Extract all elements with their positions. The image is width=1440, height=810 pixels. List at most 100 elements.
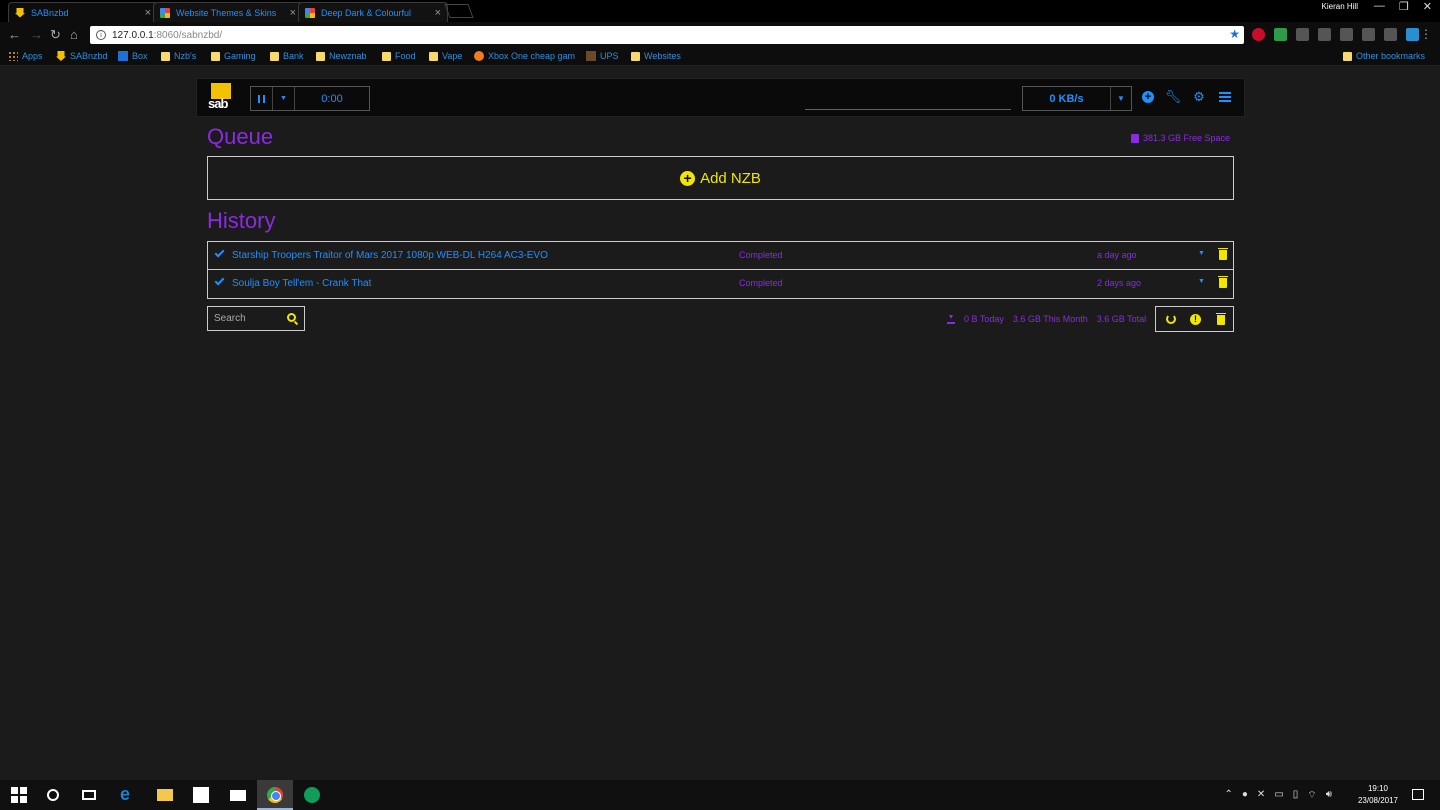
notification-icon[interactable]: [1412, 789, 1424, 800]
bookmark-vape[interactable]: Vape: [429, 51, 462, 61]
tab-deep-dark[interactable]: Deep Dark & Colourful ×: [298, 2, 448, 22]
sab-header: sab ▼ 0:00 0 KB/s ▼ + 🔧︎ ⚙: [196, 78, 1245, 117]
info-icon[interactable]: i: [96, 30, 106, 40]
store-icon[interactable]: [193, 787, 209, 803]
adblock-icon[interactable]: [1252, 28, 1265, 41]
profile-name[interactable]: Kieran Hill: [1322, 2, 1358, 11]
network-icon[interactable]: ▭: [1274, 789, 1283, 802]
bookmark-box[interactable]: Box: [118, 51, 148, 61]
browser-toolbar: ← → ↻ ⌂ i 127.0.0.1:8060/sabnzbd/ ★ ⋮: [0, 22, 1440, 48]
folder-icon: [1343, 51, 1352, 61]
tab-website-themes[interactable]: Website Themes & Skins ×: [153, 2, 303, 22]
history-item-time: a day ago: [1097, 250, 1137, 260]
bookmark-apps[interactable]: Apps: [8, 51, 43, 61]
volume-icon[interactable]: 🔊︎: [1326, 789, 1332, 802]
mail-icon[interactable]: [230, 790, 246, 801]
usb-icon[interactable]: ▯: [1293, 789, 1299, 802]
trash-icon[interactable]: [1218, 276, 1228, 288]
chevron-up-icon[interactable]: ⌃: [1224, 789, 1232, 802]
bookmark-gaming[interactable]: Gaming: [211, 51, 256, 61]
bookmark-websites[interactable]: Websites: [631, 51, 681, 61]
file-explorer-icon[interactable]: [157, 789, 173, 801]
kebab-menu-icon[interactable]: ⋮: [1420, 27, 1432, 41]
task-view-icon[interactable]: [82, 790, 96, 800]
history-item-name[interactable]: Starship Troopers Traitor of Mars 2017 1…: [232, 250, 548, 261]
search-icon[interactable]: [287, 313, 296, 322]
add-nzb-button[interactable]: + Add NZB: [207, 156, 1234, 200]
tray-app-icon[interactable]: ✕: [1257, 789, 1265, 802]
extension-icon[interactable]: [1406, 28, 1419, 41]
bookmark-ups[interactable]: UPS: [586, 51, 619, 61]
download-stats: 0 B Today 3.6 GB This Month 3.6 GB Total: [947, 314, 1146, 324]
google-favicon-icon: [305, 7, 315, 18]
add-nzb-header-button[interactable]: +: [1141, 90, 1155, 104]
bookmark-sabnzbd[interactable]: SABnzbd: [56, 51, 108, 61]
bookmark-newznab[interactable]: Newznab: [316, 51, 367, 61]
back-arrow-icon[interactable]: ←: [8, 27, 21, 42]
speed-value[interactable]: 0 KB/s: [1023, 87, 1111, 110]
edge-icon[interactable]: e: [120, 784, 136, 804]
bookmark-xbox[interactable]: Xbox One cheap gam: [474, 51, 575, 61]
caret-down-icon[interactable]: ▼: [1198, 278, 1205, 285]
windows-start-icon[interactable]: [11, 787, 27, 803]
history-search: [207, 306, 305, 331]
pause-duration-dropdown[interactable]: ▼: [273, 87, 295, 110]
history-actions: !: [1155, 306, 1234, 332]
caret-down-icon[interactable]: ▼: [1198, 250, 1205, 257]
warning-icon[interactable]: !: [1190, 314, 1201, 325]
windows-taskbar: e ⌃ ● ✕ ▭ ▯ ⌔ 🔊︎ 19:10 23/08/2017: [0, 780, 1440, 810]
gear-icon[interactable]: ⚙: [1192, 89, 1206, 104]
history-title: History: [207, 208, 276, 233]
logo-text: sab: [208, 96, 228, 111]
extension-icon[interactable]: [1296, 28, 1309, 41]
wrench-icon[interactable]: 🔧︎: [1165, 89, 1182, 104]
chrome-icon: [267, 787, 283, 803]
add-nzb-label: Add NZB: [700, 169, 761, 187]
sab-logo[interactable]: sab: [207, 83, 237, 113]
clock-date: 23/08/2017: [1357, 796, 1398, 805]
stats-total: 3.6 GB Total: [1096, 314, 1147, 324]
chrome-taskbar-button[interactable]: [257, 780, 293, 810]
trash-icon[interactable]: [1216, 313, 1226, 325]
extension-icon[interactable]: [1340, 28, 1353, 41]
chrome-tray-icon[interactable]: ●: [1242, 789, 1248, 802]
refresh-icon[interactable]: [1166, 314, 1176, 324]
extension-icon[interactable]: [1318, 28, 1331, 41]
clock-time: 19:10: [1367, 784, 1388, 793]
wifi-icon[interactable]: ⌔: [1307, 789, 1316, 802]
speed-limit-dropdown[interactable]: ▼: [1111, 87, 1131, 110]
taskbar-clock[interactable]: 19:10 23/08/2017: [1358, 783, 1398, 807]
close-window-icon[interactable]: ✕: [1423, 0, 1432, 13]
menu-button[interactable]: [1218, 90, 1232, 104]
sabnzbd-favicon-icon: [56, 51, 66, 61]
folder-icon: [316, 51, 325, 61]
trash-icon[interactable]: [1218, 248, 1228, 260]
history-item-name[interactable]: Soulja Boy Tell'em - Crank That: [232, 278, 371, 289]
cortana-icon[interactable]: [47, 789, 59, 801]
bookmark-bank[interactable]: Bank: [270, 51, 304, 61]
extension-icon[interactable]: [1384, 28, 1397, 41]
bookmark-star-icon[interactable]: ★: [1229, 27, 1240, 41]
history-row[interactable]: Soulja Boy Tell'em - Crank That Complete…: [208, 270, 1233, 298]
extension-icon[interactable]: [1362, 28, 1375, 41]
address-bar[interactable]: i 127.0.0.1:8060/sabnzbd/ ★: [90, 26, 1244, 44]
plus-circle-icon: +: [1142, 91, 1154, 103]
bookmarks-bar: Apps SABnzbd Box Nzb's Gaming Bank Newzn…: [0, 48, 1440, 66]
tab-sabnzbd[interactable]: SABnzbd ×: [8, 2, 158, 22]
home-icon[interactable]: ⌂: [70, 27, 78, 42]
hangouts-icon[interactable]: [304, 787, 320, 803]
history-row[interactable]: Starship Troopers Traitor of Mars 2017 1…: [208, 242, 1233, 270]
reload-icon[interactable]: ↻: [50, 27, 61, 43]
pause-icon: [258, 94, 265, 103]
search-input[interactable]: [214, 313, 282, 324]
bookmark-other[interactable]: Other bookmarks: [1343, 51, 1425, 61]
tab-title: SABnzbd: [31, 7, 69, 18]
forward-arrow-icon[interactable]: →: [30, 27, 43, 42]
minimize-icon[interactable]: —: [1374, 0, 1385, 13]
bookmark-nzbs[interactable]: Nzb's: [161, 51, 196, 61]
bookmark-food[interactable]: Food: [382, 51, 416, 61]
new-tab-button[interactable]: [444, 4, 474, 18]
extension-icon[interactable]: [1274, 28, 1287, 41]
pause-button[interactable]: [251, 87, 273, 110]
restore-icon[interactable]: ❐: [1399, 0, 1409, 13]
